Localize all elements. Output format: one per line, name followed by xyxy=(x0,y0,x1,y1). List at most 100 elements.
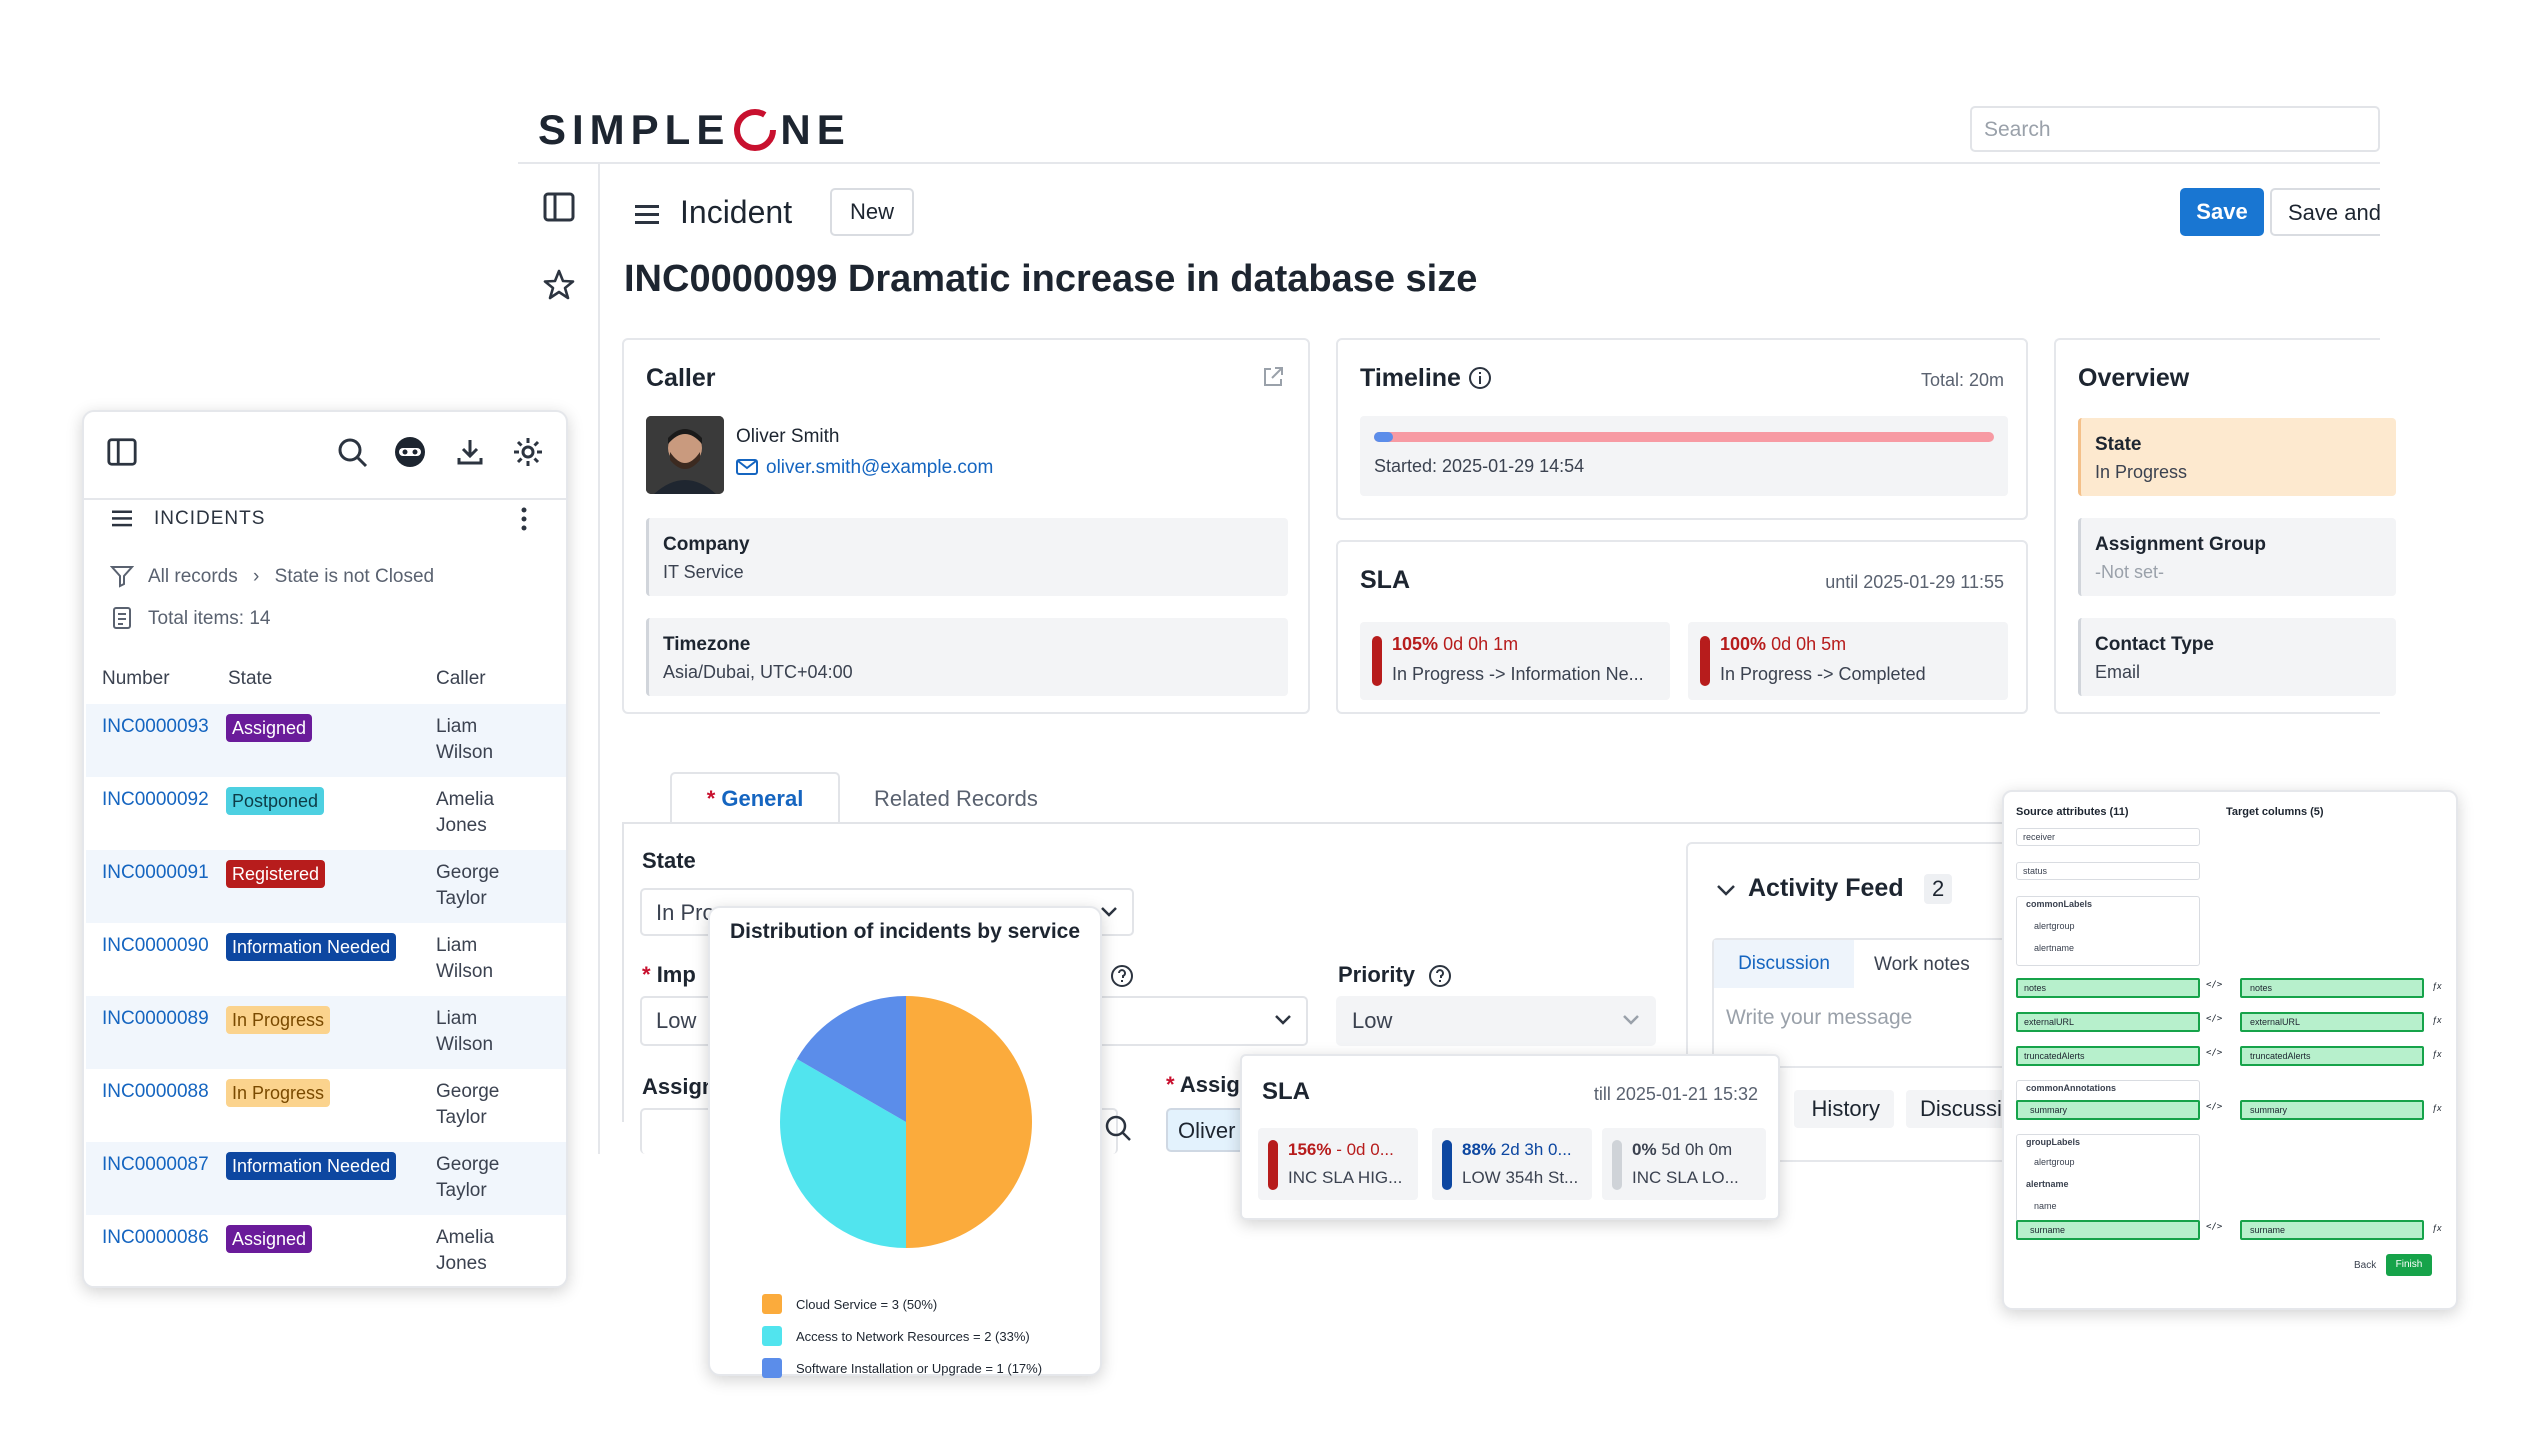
filter-all-records[interactable]: All records xyxy=(148,566,238,587)
mapped-source-attribute[interactable]: surname xyxy=(2016,1220,2200,1240)
filter-icon[interactable] xyxy=(109,564,135,593)
function-icon[interactable]: ƒx xyxy=(2432,1103,2442,1113)
table-row[interactable]: INC0000092 Postponed Amelia Jones xyxy=(86,777,566,851)
tab-discussion[interactable]: Discussion xyxy=(1714,940,1854,988)
code-link-icon[interactable]: </> xyxy=(2206,1048,2222,1058)
function-icon[interactable]: ƒx xyxy=(2432,1049,2442,1059)
column-header-state[interactable]: State xyxy=(228,668,272,690)
mapped-source-attribute[interactable]: externalURL xyxy=(2016,1012,2200,1032)
sidebar-toggle-icon[interactable] xyxy=(542,190,576,229)
sla-item-1[interactable]: 105% 0d 0h 1m In Progress -> Information… xyxy=(1360,622,1670,700)
incident-number-link[interactable]: INC0000088 xyxy=(102,1081,209,1103)
mapped-source-attribute[interactable]: truncatedAlerts xyxy=(2016,1046,2200,1066)
source-attribute[interactable]: commonAnnotations xyxy=(2020,1080,2196,1098)
mapped-source-attribute[interactable]: summary xyxy=(2016,1100,2200,1120)
tab-general[interactable]: * General xyxy=(670,772,840,824)
hamburger-icon[interactable] xyxy=(110,508,134,533)
impact-help-icon[interactable] xyxy=(1110,964,1134,993)
target-column[interactable]: surname xyxy=(2240,1220,2424,1240)
filter-condition[interactable]: State is not Closed xyxy=(275,566,434,587)
target-column[interactable]: notes xyxy=(2240,978,2424,998)
incident-number-link[interactable]: INC0000092 xyxy=(102,789,209,811)
source-attribute[interactable]: alertname xyxy=(2020,1176,2196,1194)
caller-email-link[interactable]: oliver.smith@example.com xyxy=(766,457,993,479)
finish-button[interactable]: Finish xyxy=(2386,1254,2432,1276)
external-link-icon[interactable] xyxy=(1260,364,1286,395)
source-attribute[interactable]: alertgroup xyxy=(2028,1154,2196,1172)
save-and-exit-button[interactable]: Save and E xyxy=(2270,188,2380,236)
code-link-icon[interactable]: </> xyxy=(2206,1102,2222,1112)
chevron-down-icon[interactable] xyxy=(1716,884,1736,898)
function-icon[interactable]: ƒx xyxy=(2432,1015,2442,1025)
legend-item[interactable]: Software Installation or Upgrade = 1 (17… xyxy=(762,1352,1102,1384)
table-row[interactable]: INC0000086 Assigned Amelia Jones xyxy=(86,1215,566,1286)
function-icon[interactable]: ƒx xyxy=(2432,1223,2442,1233)
timeline-heading: Timeline xyxy=(1360,364,1461,392)
sidebar-toggle-icon[interactable] xyxy=(106,436,138,473)
table-row[interactable]: INC0000088 In Progress George Taylor xyxy=(86,1069,566,1143)
source-attribute[interactable]: receiver xyxy=(2016,828,2200,846)
column-header-number[interactable]: Number xyxy=(102,668,170,690)
info-icon[interactable] xyxy=(1468,366,1492,395)
mask-icon[interactable] xyxy=(394,436,426,473)
save-button[interactable]: Save xyxy=(2180,188,2264,236)
sla-popup-bar xyxy=(1268,1140,1278,1190)
sla-item-1-top: 105% 0d 0h 1m xyxy=(1392,634,1518,655)
sla-popup-item[interactable]: 88% 2d 3h 0... LOW 354h St... xyxy=(1432,1128,1592,1200)
source-attribute[interactable]: alertgroup xyxy=(2028,918,2196,936)
tab-related-records[interactable]: Related Records xyxy=(874,786,1038,812)
source-attribute[interactable]: name xyxy=(2028,1198,2196,1216)
download-icon[interactable] xyxy=(454,436,486,473)
star-icon[interactable] xyxy=(542,268,576,307)
sla-item-1-desc: In Progress -> Information Ne... xyxy=(1392,664,1644,684)
priority-help-icon[interactable] xyxy=(1428,964,1452,993)
message-input[interactable]: Write your message xyxy=(1726,1006,1912,1030)
code-link-icon[interactable]: </> xyxy=(2206,1014,2222,1024)
code-link-icon[interactable]: </> xyxy=(2206,980,2222,990)
history-tab[interactable]: History xyxy=(1794,1090,1894,1128)
legend-item[interactable]: Cloud Service = 3 (50%) xyxy=(762,1288,1102,1320)
more-options-icon[interactable] xyxy=(520,506,528,537)
legend-item[interactable]: Access to Network Resources = 2 (33%) xyxy=(762,1320,1102,1352)
target-column[interactable]: summary xyxy=(2240,1100,2424,1120)
sla-item-2[interactable]: 100% 0d 0h 5m In Progress -> Completed xyxy=(1688,622,2008,700)
tab-work-notes[interactable]: Work notes xyxy=(1874,954,1970,976)
source-attribute[interactable]: commonLabels xyxy=(2020,896,2196,914)
incident-number-link[interactable]: INC0000093 xyxy=(102,716,209,738)
function-icon[interactable]: ƒx xyxy=(2432,981,2442,991)
search-icon[interactable] xyxy=(336,436,368,473)
table-row[interactable]: INC0000087 Information Needed George Taylor xyxy=(86,1142,566,1216)
assigned-to-chip[interactable]: Oliver xyxy=(1166,1108,1246,1152)
incident-number-link[interactable]: INC0000089 xyxy=(102,1008,209,1030)
sla-item-1-time: 0d 0h 1m xyxy=(1443,634,1519,654)
sla-item-1-pct: 105% xyxy=(1392,634,1439,654)
hamburger-icon[interactable] xyxy=(633,202,661,231)
target-column[interactable]: truncatedAlerts xyxy=(2240,1046,2424,1066)
source-attribute[interactable]: status xyxy=(2016,862,2200,880)
sla-popup-item[interactable]: 0% 5d 0h 0m INC SLA LO... xyxy=(1602,1128,1766,1200)
sla-popup-item[interactable]: 156% - 0d 0... INC SLA HIG... xyxy=(1258,1128,1418,1200)
table-row[interactable]: INC0000090 Information Needed Liam Wilson xyxy=(86,923,566,997)
search-input[interactable]: Search xyxy=(1970,106,2380,152)
column-header-caller[interactable]: Caller xyxy=(436,668,486,690)
table-row[interactable]: INC0000093 Assigned Liam Wilson xyxy=(86,704,566,778)
source-attribute[interactable]: alertname xyxy=(2028,940,2196,958)
back-button[interactable]: Back xyxy=(2354,1260,2376,1271)
priority-select[interactable]: Low xyxy=(1336,996,1656,1046)
code-link-icon[interactable]: </> xyxy=(2206,1222,2222,1232)
incident-number-link[interactable]: INC0000090 xyxy=(102,935,209,957)
overview-contact-label: Contact Type xyxy=(2095,634,2214,655)
table-row[interactable]: INC0000089 In Progress Liam Wilson xyxy=(86,996,566,1070)
mapped-source-attribute[interactable]: notes xyxy=(2016,978,2200,998)
pie-slice-0[interactable] xyxy=(906,996,1032,1248)
caller-first-name: Amelia xyxy=(436,789,495,810)
incident-number-link[interactable]: INC0000087 xyxy=(102,1154,209,1176)
target-column[interactable]: externalURL xyxy=(2240,1012,2424,1032)
settings-gear-icon[interactable] xyxy=(512,436,544,473)
incident-number-link[interactable]: INC0000086 xyxy=(102,1227,209,1249)
incident-number-link[interactable]: INC0000091 xyxy=(102,862,209,884)
table-row[interactable]: INC0000091 Registered George Taylor xyxy=(86,850,566,924)
source-attribute[interactable]: groupLabels xyxy=(2020,1134,2196,1152)
logo[interactable]: SIMPLE NE xyxy=(538,100,851,160)
assignment-search-icon[interactable] xyxy=(1104,1114,1132,1147)
